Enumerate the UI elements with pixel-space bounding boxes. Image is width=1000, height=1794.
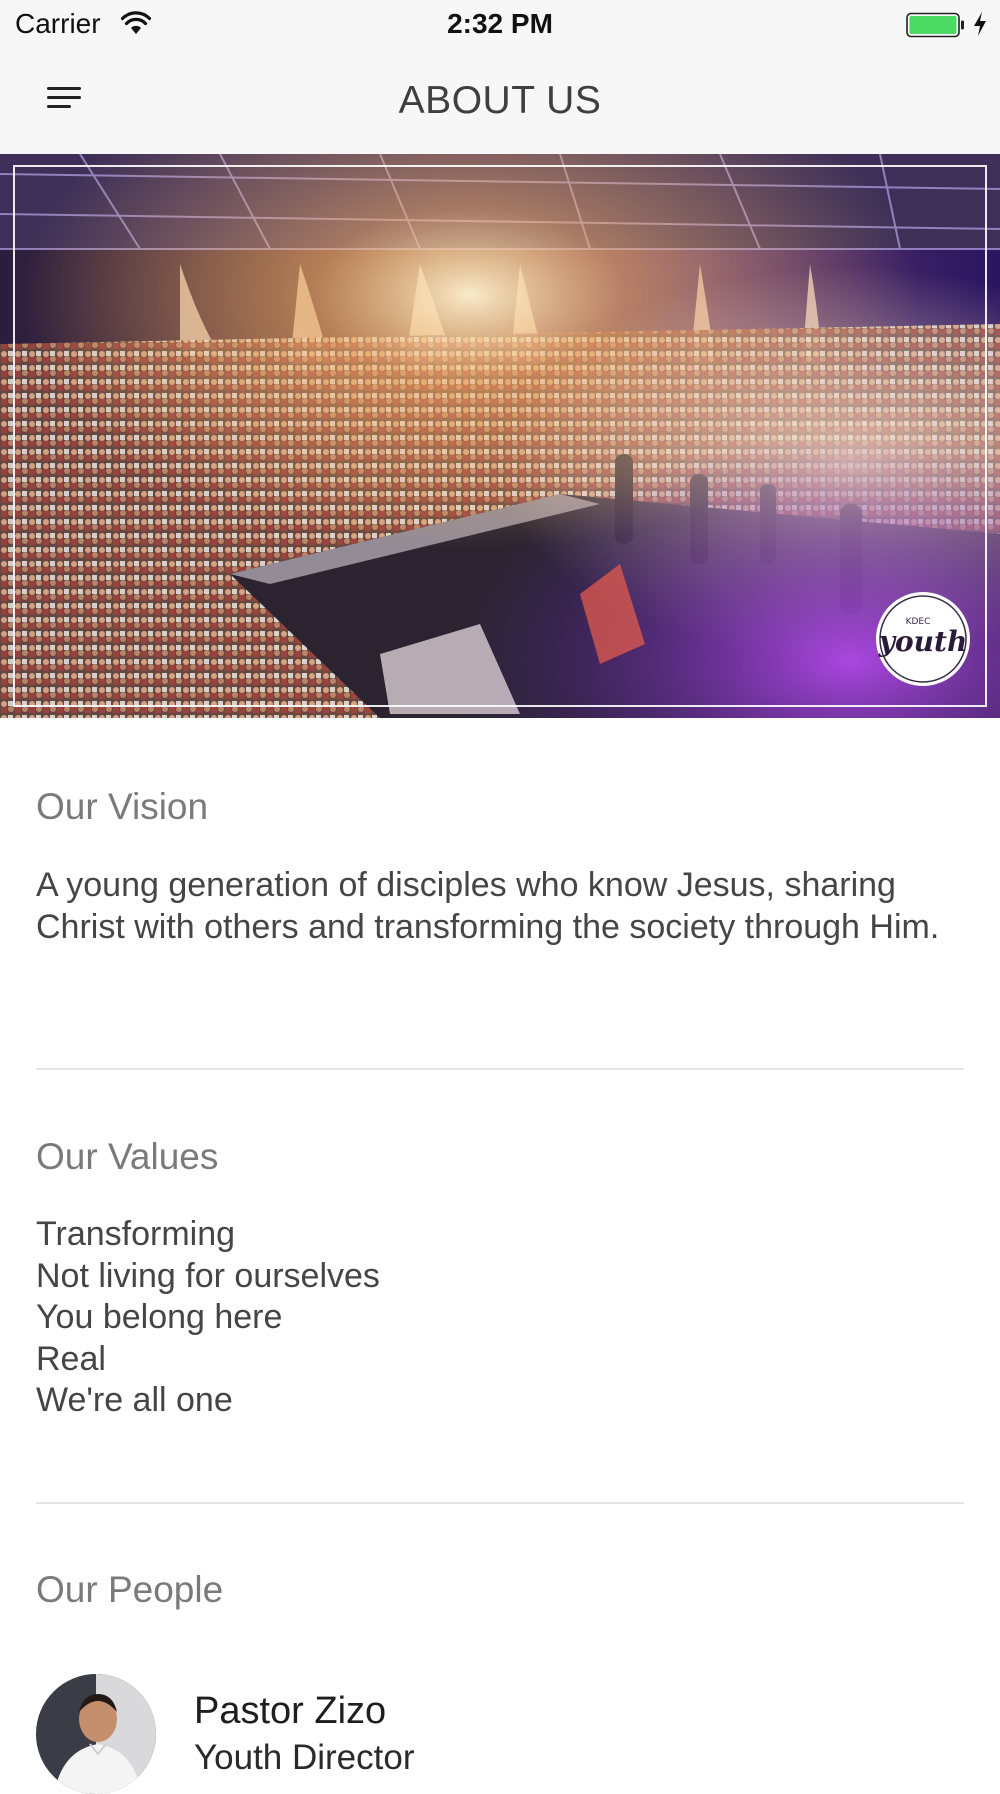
value-item: Real: [36, 1339, 106, 1378]
divider: [36, 1068, 964, 1070]
divider: [36, 1502, 964, 1504]
page-title: ABOUT US: [398, 79, 602, 122]
vision-title: Our Vision: [36, 786, 209, 827]
vision-text: A young generation of disciples who know…: [36, 866, 940, 946]
person-role: Youth Director: [194, 1738, 415, 1777]
person-name[interactable]: Pastor Zizo: [194, 1690, 386, 1733]
hero-image: KDEC youth: [0, 154, 1000, 718]
status-bar: Carrier 2:32 PM: [0, 0, 1000, 50]
status-time: 2:32 PM: [447, 8, 553, 39]
people-title: Our People: [36, 1569, 224, 1610]
values-title: Our Values: [36, 1136, 219, 1177]
battery-icon: [906, 12, 964, 38]
youth-logo-icon: KDEC youth: [876, 592, 970, 686]
value-item: Transforming: [36, 1215, 236, 1253]
avatar[interactable]: [36, 1674, 156, 1794]
value-item: Not living for ourselves: [36, 1256, 380, 1295]
logo-text: youth: [878, 625, 968, 658]
value-item: You belong here: [36, 1298, 283, 1336]
values-list: Transforming Not living for ourselves Yo…: [36, 1214, 380, 1422]
value-item: We're all one: [36, 1381, 233, 1419]
charging-icon: [974, 12, 986, 36]
nav-bar: ABOUT US: [0, 50, 1000, 154]
